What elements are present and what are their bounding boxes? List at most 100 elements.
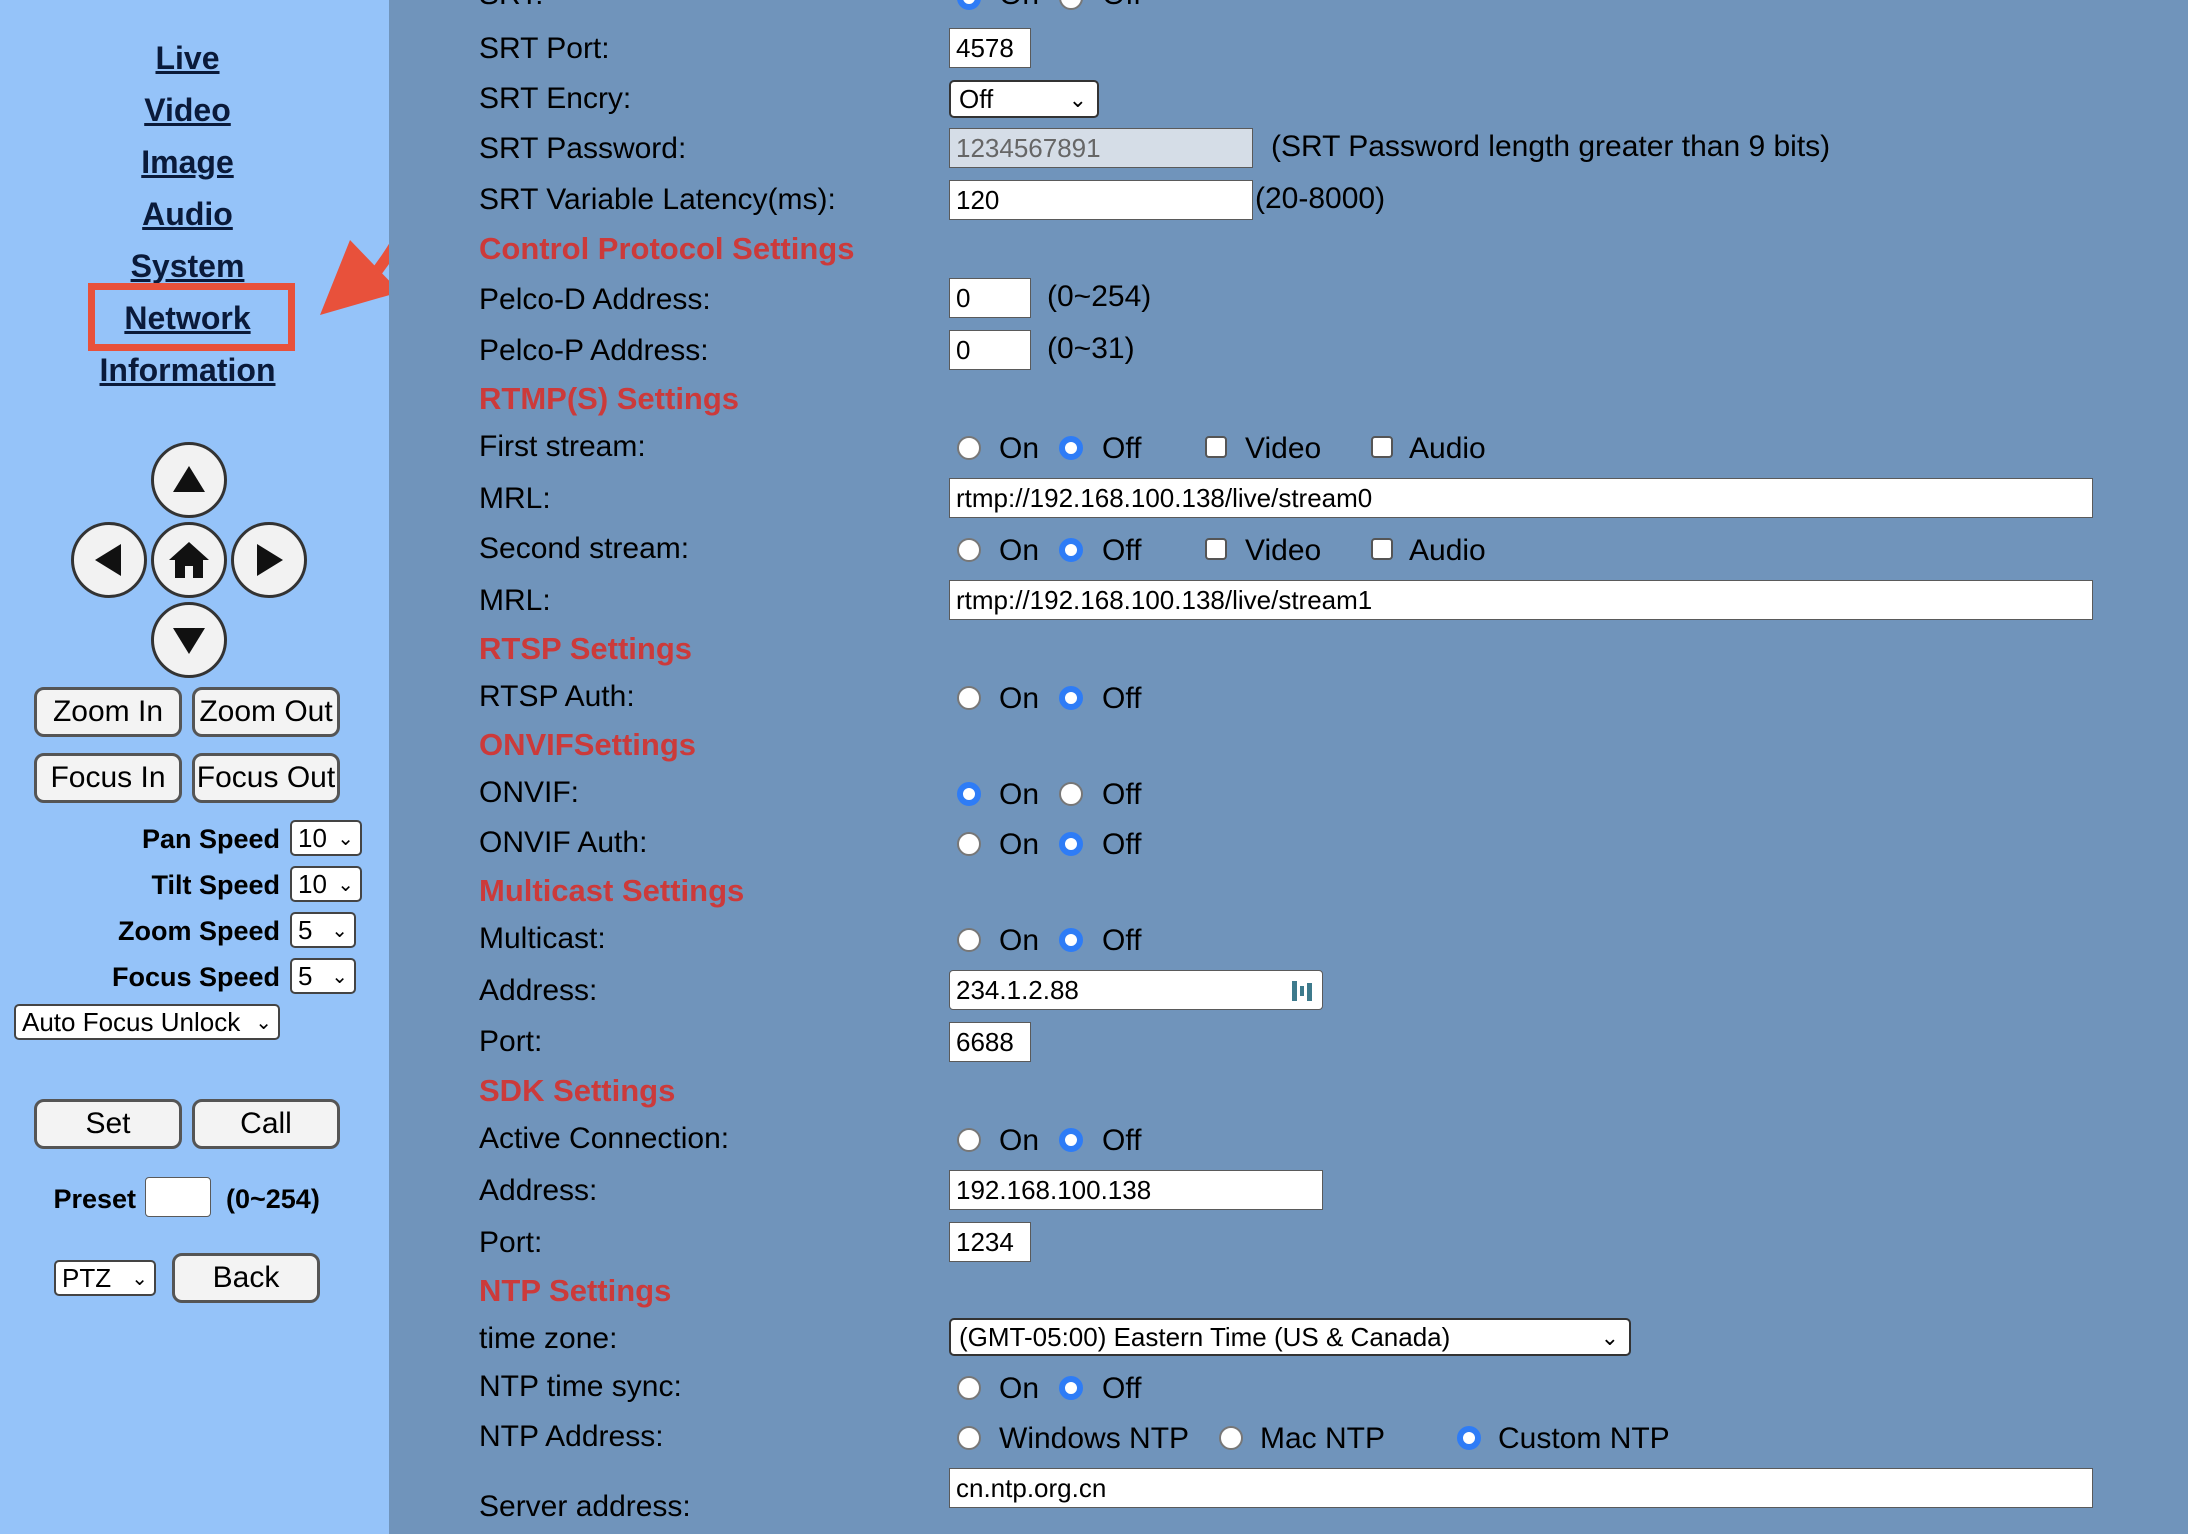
onvif-off-label: Off: [1102, 778, 1142, 811]
srt-latency-label: SRT Variable Latency(ms):: [479, 183, 836, 216]
second-stream-video-checkbox[interactable]: [1205, 538, 1227, 560]
srt-password-input[interactable]: 1234567891: [949, 128, 1253, 168]
srt-password-note: (SRT Password length greater than 9 bits…: [1271, 130, 1831, 163]
timezone-select[interactable]: (GMT-05:00) Eastern Time (US & Canada) ⌄: [949, 1318, 1631, 1356]
second-stream-on-radio[interactable]: [957, 538, 981, 562]
rtsp-auth-on-radio[interactable]: [957, 686, 981, 710]
multicast-off-radio[interactable]: [1059, 928, 1083, 952]
second-stream-audio-checkbox[interactable]: [1371, 538, 1393, 560]
active-connection-off-radio[interactable]: [1059, 1128, 1083, 1152]
network-settings-panel: SRT: On Off SRT Port: 4578 SRT Encry: Of…: [389, 0, 2188, 1534]
password-manager-icon[interactable]: [1290, 979, 1314, 1003]
srt-on-label: On: [999, 0, 1039, 12]
multicast-port-label: Port:: [479, 1025, 543, 1058]
first-stream-on-radio[interactable]: [957, 436, 981, 460]
focus-mode-value: Auto Focus Unlock: [22, 1006, 241, 1037]
sdk-port-label: Port:: [479, 1226, 543, 1259]
mrl2-label: MRL:: [479, 584, 551, 617]
mrl1-input[interactable]: rtmp://192.168.100.138/live/stream0: [949, 478, 2093, 518]
multicast-off-label: Off: [1102, 924, 1142, 957]
nav-information[interactable]: Information: [0, 352, 375, 389]
mode-select[interactable]: PTZ ⌄: [54, 1260, 156, 1296]
sdk-address-input[interactable]: 192.168.100.138: [949, 1170, 1323, 1210]
pelco-d-input[interactable]: 0: [949, 278, 1031, 318]
rtsp-auth-off-label: Off: [1102, 682, 1142, 715]
multicast-label: Multicast:: [479, 922, 606, 955]
multicast-on-radio[interactable]: [957, 928, 981, 952]
active-connection-on-label: On: [999, 1124, 1040, 1157]
onvif-off-radio[interactable]: [1059, 782, 1083, 806]
focus-in-button[interactable]: Focus In: [34, 753, 182, 803]
srt-port-input[interactable]: 4578: [949, 28, 1031, 68]
pan-speed-select[interactable]: 10 ⌄: [290, 820, 362, 856]
srt-label: SRT:: [479, 0, 543, 12]
chevron-down-icon: ⌄: [255, 1012, 272, 1034]
active-connection-on-radio[interactable]: [957, 1128, 981, 1152]
rtsp-auth-off-radio[interactable]: [1059, 686, 1083, 710]
focus-out-button[interactable]: Focus Out: [192, 753, 340, 803]
multicast-address-label: Address:: [479, 974, 598, 1007]
chevron-down-icon: ⌄: [1068, 87, 1087, 112]
srt-on-radio[interactable]: [957, 0, 981, 10]
onvif-label: ONVIF:: [479, 776, 580, 809]
chevron-down-icon: ⌄: [331, 966, 348, 988]
ntp-sync-label: NTP time sync:: [479, 1370, 682, 1403]
preset-input[interactable]: [145, 1177, 211, 1217]
onvif-auth-off-radio[interactable]: [1059, 832, 1083, 856]
second-stream-video-label: Video: [1245, 534, 1322, 567]
onvif-heading: ONVIFSettings: [479, 727, 697, 762]
srt-off-label: Off: [1102, 0, 1141, 12]
focus-speed-label: Focus Speed: [111, 962, 280, 992]
ntp-custom-radio[interactable]: [1457, 1426, 1481, 1450]
rtsp-heading: RTSP Settings: [479, 631, 693, 666]
ptz-right-button[interactable]: [231, 522, 307, 598]
ntp-sync-on-label: On: [999, 1372, 1040, 1405]
back-button[interactable]: Back: [172, 1253, 320, 1303]
srt-encry-select[interactable]: Off ⌄: [949, 80, 1099, 118]
rtmp-heading: RTMP(S) Settings: [479, 381, 740, 416]
ntp-mac-radio[interactable]: [1219, 1426, 1243, 1450]
onvif-auth-on-radio[interactable]: [957, 832, 981, 856]
pelco-p-input[interactable]: 0: [949, 330, 1031, 370]
zoom-speed-select[interactable]: 5 ⌄: [290, 912, 356, 948]
tilt-speed-select[interactable]: 10 ⌄: [290, 866, 362, 902]
ntp-sync-on-radio[interactable]: [957, 1376, 981, 1400]
timezone-value: (GMT-05:00) Eastern Time (US & Canada): [959, 1321, 1451, 1352]
mrl2-input[interactable]: rtmp://192.168.100.138/live/stream1: [949, 580, 2093, 620]
onvif-on-radio[interactable]: [957, 782, 981, 806]
arrow-left-icon: [95, 544, 121, 576]
first-stream-video-checkbox[interactable]: [1205, 436, 1227, 458]
timezone-label: time zone:: [479, 1322, 618, 1355]
preset-call-button[interactable]: Call: [192, 1099, 340, 1149]
ntp-windows-radio[interactable]: [957, 1426, 981, 1450]
focus-mode-select[interactable]: Auto Focus Unlock ⌄: [14, 1004, 280, 1040]
second-stream-label: Second stream:: [479, 532, 690, 565]
ntp-sync-off-radio[interactable]: [1059, 1376, 1083, 1400]
sidebar: Live Video Image Audio System Network In…: [0, 0, 434, 1534]
server-address-input[interactable]: cn.ntp.org.cn: [949, 1468, 2093, 1508]
second-stream-off-radio[interactable]: [1059, 538, 1083, 562]
arrow-up-icon: [173, 466, 205, 492]
zoom-speed-label: Zoom Speed: [117, 916, 280, 946]
ptz-home-button[interactable]: [151, 522, 227, 598]
zoom-in-button[interactable]: Zoom In: [34, 687, 182, 737]
ntp-sync-off-label: Off: [1102, 1372, 1142, 1405]
srt-password-label: SRT Password:: [479, 132, 687, 165]
multicast-address-input[interactable]: 234.1.2.88: [949, 970, 1323, 1010]
first-stream-on-label: On: [999, 432, 1040, 465]
first-stream-audio-checkbox[interactable]: [1371, 436, 1393, 458]
ntp-custom-label: Custom NTP: [1498, 1422, 1670, 1455]
srt-off-radio[interactable]: [1059, 0, 1083, 10]
ptz-up-button[interactable]: [151, 442, 227, 518]
sdk-port-input[interactable]: 1234: [949, 1222, 1031, 1262]
first-stream-off-radio[interactable]: [1059, 436, 1083, 460]
srt-latency-note: (20-8000): [1255, 182, 1386, 215]
second-stream-audio-label: Audio: [1409, 534, 1486, 567]
focus-speed-select[interactable]: 5 ⌄: [290, 958, 356, 994]
multicast-port-input[interactable]: 6688: [949, 1022, 1031, 1062]
ptz-down-button[interactable]: [151, 602, 227, 678]
preset-set-button[interactable]: Set: [34, 1099, 182, 1149]
srt-latency-input[interactable]: 120: [949, 180, 1253, 220]
zoom-out-button[interactable]: Zoom Out: [192, 687, 340, 737]
ptz-left-button[interactable]: [71, 522, 147, 598]
